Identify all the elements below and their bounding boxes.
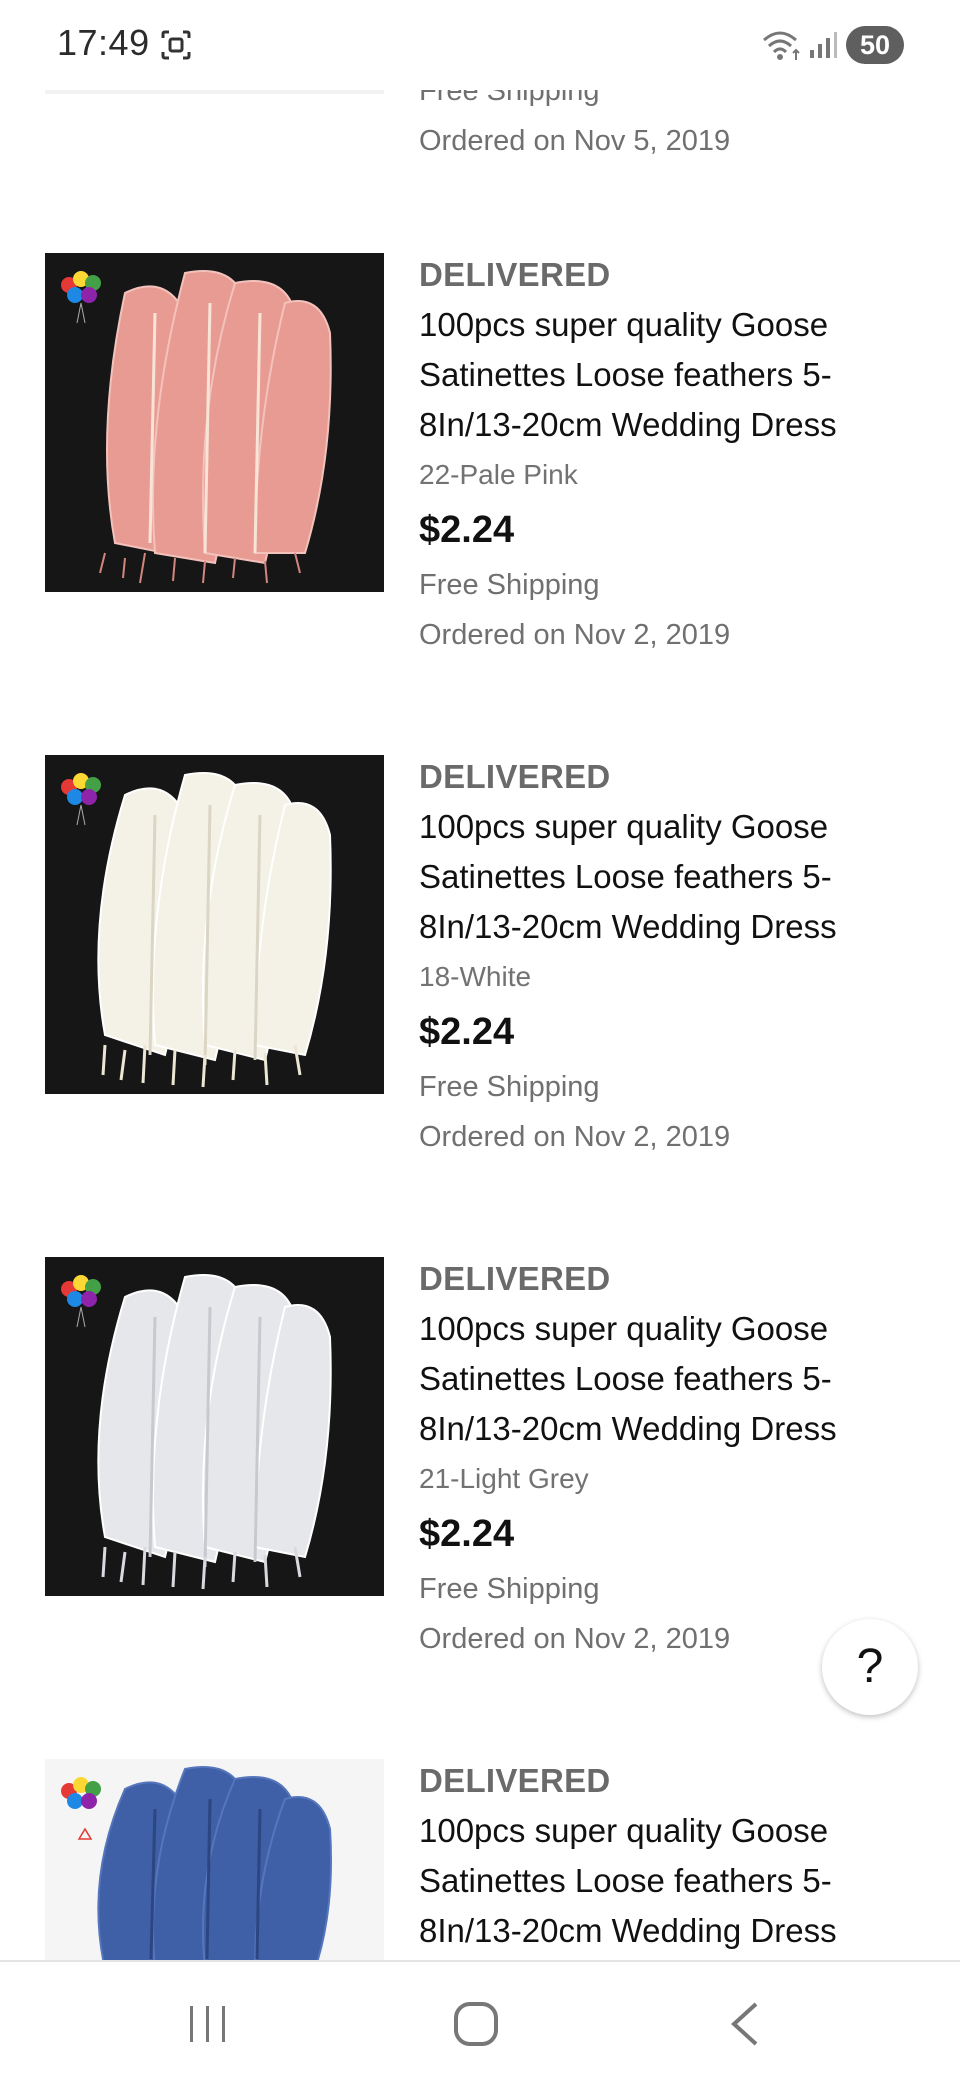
product-thumbnail[interactable] <box>45 253 384 592</box>
signal-icon <box>808 30 838 60</box>
recents-icon[interactable] <box>186 2002 230 2046</box>
item-title[interactable]: 100pcs super quality Goose Satinettes Lo… <box>419 300 889 450</box>
order-date: Ordered on Nov 2, 2019 <box>419 1121 731 1153</box>
order-date: Ordered on Nov 2, 2019 <box>419 619 731 651</box>
item-variant: 21-Light Grey <box>419 1463 589 1494</box>
order-details: DELIVERED 100pcs super quality Goose Sat… <box>419 1254 919 1664</box>
navigation-bar <box>0 1960 960 2080</box>
product-thumbnail[interactable] <box>45 1759 384 1960</box>
status-bar: 17:49 50 <box>0 0 960 90</box>
screenshot-icon <box>160 29 192 61</box>
order-details: DELIVERED 100pcs super quality Goose Sat… <box>419 1756 919 1956</box>
product-thumbnail[interactable] <box>45 1257 384 1596</box>
order-status: DELIVERED <box>419 1260 611 1297</box>
order-list[interactable]: Free Shipping Ordered on Nov 5, 2019 DEL… <box>0 0 960 1960</box>
shipping-label: Free Shipping <box>419 569 600 601</box>
item-variant: 18-White <box>419 961 532 992</box>
item-price: $2.24 <box>419 1513 515 1555</box>
order-details: DELIVERED 100pcs super quality Goose Sat… <box>419 250 919 660</box>
product-thumbnail[interactable] <box>45 755 384 1094</box>
item-title[interactable]: 100pcs super quality Goose Satinettes Lo… <box>419 1806 889 1956</box>
wifi-icon <box>760 28 804 62</box>
home-icon[interactable] <box>452 2000 500 2048</box>
order-status: DELIVERED <box>419 256 611 293</box>
shipping-label: Free Shipping <box>419 1573 600 1605</box>
order-history-screen: 17:49 50 Free Shipping Ordered on Nov 5,… <box>0 0 960 2080</box>
order-date: Ordered on Nov 5, 2019 <box>419 125 731 157</box>
order-status: DELIVERED <box>419 1762 611 1799</box>
item-price: $2.24 <box>419 509 515 551</box>
battery-indicator: 50 <box>846 26 904 64</box>
status-time: 17:49 <box>57 22 150 63</box>
item-title[interactable]: 100pcs super quality Goose Satinettes Lo… <box>419 1304 889 1454</box>
item-price: $2.24 <box>419 1011 515 1053</box>
order-details: DELIVERED 100pcs super quality Goose Sat… <box>419 752 919 1162</box>
order-status: DELIVERED <box>419 758 611 795</box>
help-button[interactable]: ? <box>822 1619 918 1715</box>
back-icon[interactable] <box>726 2000 766 2048</box>
item-title[interactable]: 100pcs super quality Goose Satinettes Lo… <box>419 802 889 952</box>
item-variant: 22-Pale Pink <box>419 459 578 490</box>
shipping-label: Free Shipping <box>419 1071 600 1103</box>
